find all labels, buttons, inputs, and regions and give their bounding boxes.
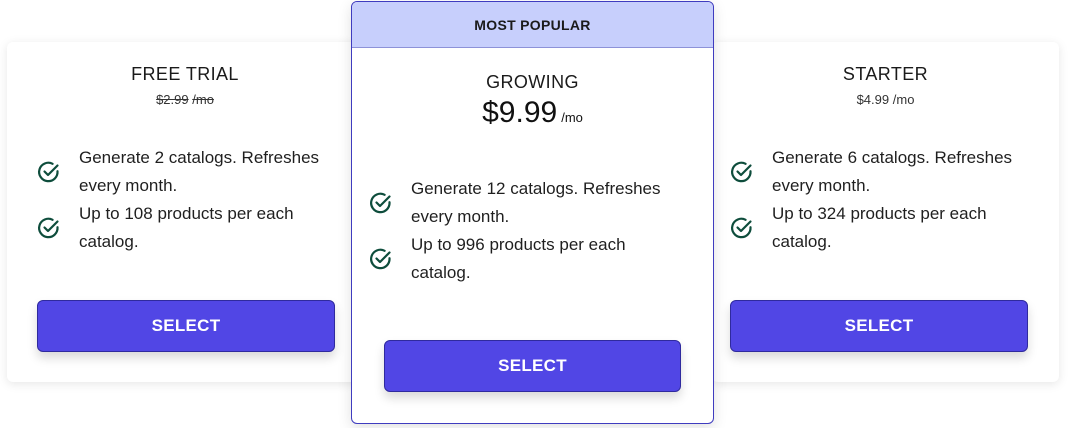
feature-item: Up to 108 products per each catalog. xyxy=(37,200,337,256)
feature-text: Up to 996 products per each catalog. xyxy=(411,235,626,282)
feature-item: Generate 6 catalogs. Refreshes every mon… xyxy=(730,144,1030,200)
check-circle-icon xyxy=(370,248,391,270)
plan-card-free-trial: FREE TRIAL $2.99 /mo Generate 2 catalogs… xyxy=(7,42,363,382)
pricing-section: FREE TRIAL $2.99 /mo Generate 2 catalogs… xyxy=(0,0,1069,428)
feature-text: Up to 324 products per each catalog. xyxy=(772,204,987,251)
feature-item: Generate 12 catalogs. Refreshes every mo… xyxy=(369,175,689,231)
most-popular-badge: MOST POPULAR xyxy=(352,2,713,48)
select-button-free-trial[interactable]: SELECT xyxy=(37,300,335,352)
plan-card-growing: MOST POPULAR GROWING $9.99/mo Generate 1… xyxy=(351,1,714,424)
plan-price: $9.99/mo xyxy=(352,96,713,130)
price-amount: $4.99 xyxy=(856,92,890,107)
feature-text: Up to 108 products per each catalog. xyxy=(79,204,294,251)
select-button-starter[interactable]: SELECT xyxy=(730,300,1028,352)
feature-list: Generate 6 catalogs. Refreshes every mon… xyxy=(730,144,1030,256)
price-period: /mo xyxy=(192,92,214,107)
plan-name: FREE TRIAL xyxy=(131,64,239,84)
plan-name: STARTER xyxy=(842,64,929,84)
feature-list: Generate 12 catalogs. Refreshes every mo… xyxy=(369,175,689,287)
feature-item: Up to 996 products per each catalog. xyxy=(369,231,689,287)
feature-text: Generate 12 catalogs. Refreshes every mo… xyxy=(411,179,661,226)
check-circle-icon xyxy=(38,217,59,239)
feature-text: Generate 6 catalogs. Refreshes every mon… xyxy=(772,148,1013,195)
price-amount: $2.99 xyxy=(156,92,189,107)
feature-text: Generate 2 catalogs. Refreshes every mon… xyxy=(79,148,320,195)
plan-name: GROWING xyxy=(486,72,579,92)
price-amount: $9.99 xyxy=(482,96,558,129)
feature-item: Up to 324 products per each catalog. xyxy=(730,200,1030,256)
check-circle-icon xyxy=(370,192,391,214)
plan-card-starter: STARTER $4.99 /mo Generate 6 catalogs. R… xyxy=(712,42,1059,382)
check-circle-icon xyxy=(731,217,752,239)
select-button-growing[interactable]: SELECT xyxy=(384,340,681,392)
feature-list: Generate 2 catalogs. Refreshes every mon… xyxy=(37,144,337,256)
price-period: /mo xyxy=(892,92,915,107)
price-period: /mo xyxy=(561,110,583,125)
check-circle-icon xyxy=(731,161,752,183)
plan-price: $4.99 /mo xyxy=(712,92,1059,107)
feature-item: Generate 2 catalogs. Refreshes every mon… xyxy=(37,144,337,200)
check-circle-icon xyxy=(38,161,59,183)
plan-price: $2.99 /mo xyxy=(7,92,363,107)
